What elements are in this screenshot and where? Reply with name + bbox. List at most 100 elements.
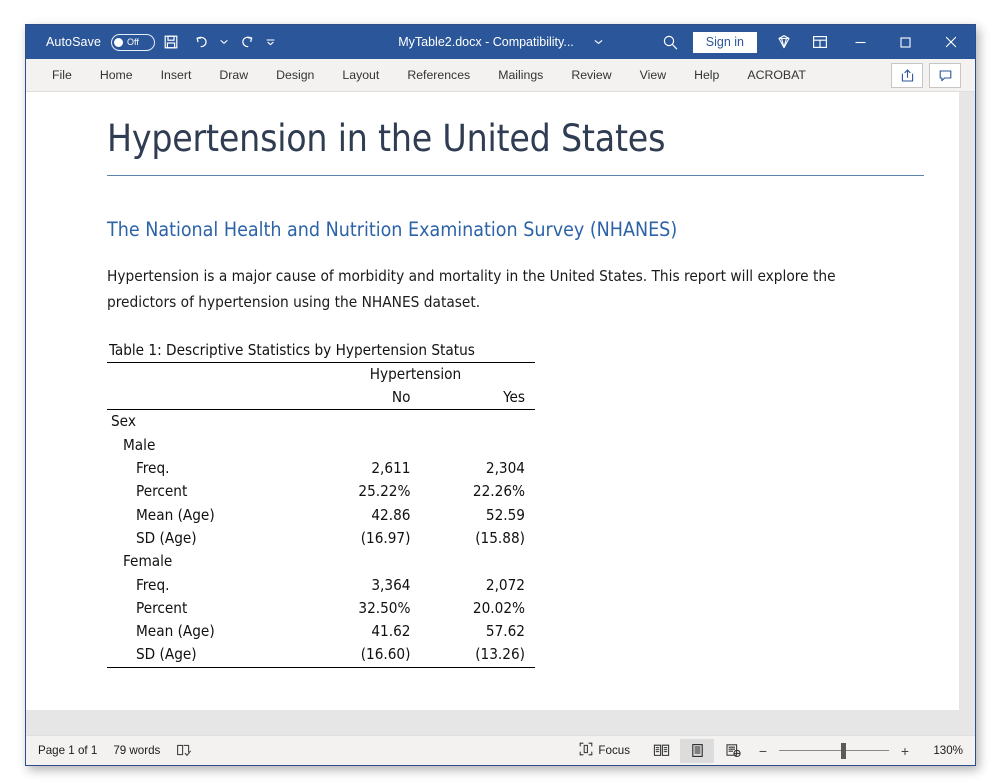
autosave-label: AutoSave: [46, 35, 101, 49]
autosave-knob: [114, 38, 123, 47]
web-layout-icon[interactable]: [716, 739, 750, 763]
title-bar: AutoSave Off: [26, 25, 975, 59]
close-icon[interactable]: [928, 25, 973, 59]
row-value-yes: 57.62: [420, 620, 535, 643]
document-paragraph: Hypertension is a major cause of morbidi…: [107, 241, 907, 315]
ribbon-tab-bar: File Home Insert Draw Design Layout Refe…: [26, 59, 975, 92]
row-label: Freq.: [107, 457, 306, 480]
save-icon[interactable]: [157, 29, 185, 55]
row-value-no: 32.50%: [306, 597, 421, 620]
comment-icon[interactable]: [929, 63, 961, 88]
row-label: Mean (Age): [107, 504, 306, 527]
focus-button[interactable]: Focus: [579, 742, 630, 759]
tab-acrobat[interactable]: ACROBAT: [733, 59, 820, 91]
autosave-toggle[interactable]: Off: [111, 34, 155, 51]
tab-insert[interactable]: Insert: [147, 59, 206, 91]
row-value-yes: 22.26%: [420, 480, 535, 503]
table-row: Mean (Age) 41.62 57.62: [107, 620, 535, 643]
redo-icon[interactable]: [233, 29, 261, 55]
row-label: Mean (Age): [107, 620, 306, 643]
ribbon-display-options-icon[interactable]: [802, 27, 838, 57]
table-group-header-row: Hypertension: [107, 362, 535, 386]
document-heading-2: The National Health and Nutrition Examin…: [107, 176, 927, 241]
row-value-yes: (15.88): [420, 527, 535, 550]
table-row: SD (Age) (16.97) (15.88): [107, 527, 535, 550]
row-value-no: 3,364: [306, 574, 421, 597]
tab-help[interactable]: Help: [680, 59, 733, 91]
search-icon[interactable]: [653, 27, 689, 57]
title-chevron-down-icon[interactable]: [594, 37, 603, 47]
ribbon-tabs: File Home Insert Draw Design Layout Refe…: [26, 59, 820, 91]
focus-label: Focus: [598, 744, 630, 757]
autosave-state: Off: [127, 38, 139, 47]
tab-review[interactable]: Review: [557, 59, 625, 91]
table-row: Percent 32.50% 20.02%: [107, 597, 535, 620]
zoom-level[interactable]: 130%: [918, 744, 963, 757]
maximize-icon[interactable]: [883, 25, 928, 59]
row-label: Percent: [107, 480, 306, 503]
sign-in-button[interactable]: Sign in: [693, 32, 757, 53]
tab-references[interactable]: References: [393, 59, 484, 91]
table-row: Mean (Age) 42.86 52.59: [107, 504, 535, 527]
zoom-slider[interactable]: [779, 739, 889, 763]
customize-quick-access-chevron-down-icon[interactable]: [263, 29, 277, 55]
row-value-no: 42.86: [306, 504, 421, 527]
diamond-icon[interactable]: [766, 27, 802, 57]
document-canvas: Hypertension in the United States The Na…: [26, 92, 975, 735]
focus-icon: [579, 742, 593, 759]
tab-view[interactable]: View: [626, 59, 680, 91]
table-row: Sex: [107, 410, 535, 434]
tab-home[interactable]: Home: [86, 59, 147, 91]
status-bar: Page 1 of 1 79 words: [26, 735, 975, 765]
row-value-yes: 2,072: [420, 574, 535, 597]
table-section-label: Sex: [107, 410, 306, 434]
minimize-icon[interactable]: [838, 25, 883, 59]
document-page[interactable]: Hypertension in the United States The Na…: [26, 92, 961, 710]
table-row: Freq. 3,364 2,072: [107, 574, 535, 597]
page-indicator[interactable]: Page 1 of 1: [38, 744, 97, 757]
read-mode-icon[interactable]: [644, 739, 678, 763]
share-icon[interactable]: [891, 63, 923, 88]
proofing-check-icon[interactable]: [176, 743, 192, 758]
tab-design[interactable]: Design: [262, 59, 328, 91]
table-row: Percent 25.22% 22.26%: [107, 480, 535, 503]
row-value-no: 25.22%: [306, 480, 421, 503]
word-application-window: AutoSave Off: [25, 24, 976, 766]
row-label: SD (Age): [107, 643, 306, 667]
tab-mailings[interactable]: Mailings: [484, 59, 557, 91]
undo-dropdown-chevron-down-icon[interactable]: [217, 29, 231, 55]
zoom-slider-track: [779, 750, 889, 752]
descriptive-statistics-table: Table 1: Descriptive Statistics by Hyper…: [107, 339, 535, 668]
tab-file[interactable]: File: [38, 59, 86, 91]
row-value-no: 41.62: [306, 620, 421, 643]
quick-access-toolbar: AutoSave Off: [26, 29, 277, 55]
word-count[interactable]: 79 words: [113, 744, 160, 757]
table-column-header-row: No Yes: [107, 386, 535, 410]
table-row: Female: [107, 550, 535, 573]
zoom-slider-thumb[interactable]: [841, 743, 846, 759]
undo-icon[interactable]: [187, 29, 215, 55]
tab-draw[interactable]: Draw: [205, 59, 262, 91]
table-blank-cell: [107, 362, 306, 386]
ribbon-right-controls: [891, 59, 975, 91]
document-content: Hypertension in the United States The Na…: [107, 114, 927, 668]
row-value-no: (16.97): [306, 527, 421, 550]
zoom-out-button[interactable]: −: [752, 743, 774, 759]
zoom-in-button[interactable]: +: [894, 743, 916, 759]
tab-layout[interactable]: Layout: [328, 59, 393, 91]
row-value-no: (16.60): [306, 643, 421, 667]
status-bar-right: Focus: [579, 739, 975, 763]
page-bottom-gutter: [26, 710, 975, 735]
row-value-yes: 52.59: [420, 504, 535, 527]
row-value-yes: (13.26): [420, 643, 535, 667]
table-row: Male: [107, 434, 535, 457]
table-row: Freq. 2,611 2,304: [107, 457, 535, 480]
table-row: SD (Age) (16.60) (13.26): [107, 643, 535, 667]
row-label: SD (Age): [107, 527, 306, 550]
table-group-header: Hypertension: [306, 362, 535, 386]
table-blank-cell: [107, 386, 306, 410]
row-value-yes: 2,304: [420, 457, 535, 480]
table-caption-row: Table 1: Descriptive Statistics by Hyper…: [107, 339, 535, 363]
print-layout-icon[interactable]: [680, 739, 714, 763]
row-value-no: 2,611: [306, 457, 421, 480]
